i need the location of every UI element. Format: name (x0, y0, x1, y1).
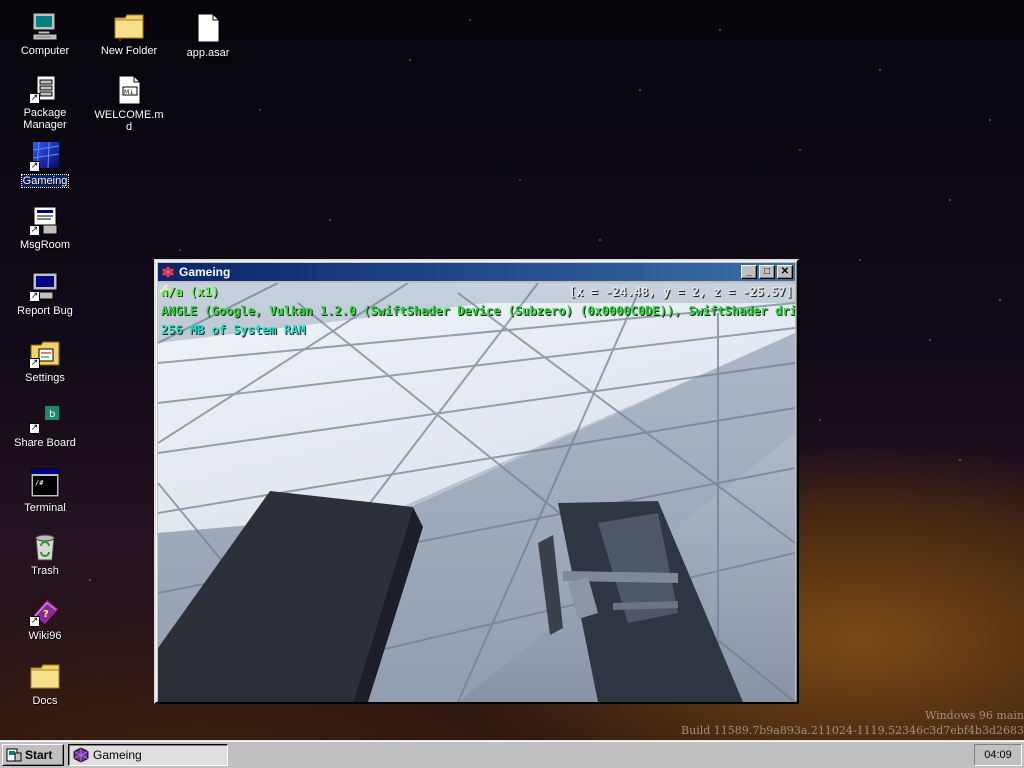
wiki96-icon: ? ↗ (29, 595, 61, 627)
window-titlebar[interactable]: Gameing _ □ ✕ (158, 263, 795, 281)
shortcut-arrow-icon: ↗ (29, 423, 40, 434)
taskbar: Start Gameing 04:09 (0, 740, 1024, 768)
desktop-icon-label: New Folder (100, 45, 158, 57)
desktop-icon-app-asar[interactable]: app.asar (172, 12, 244, 59)
gameing-app-icon (73, 747, 89, 763)
gpu-info: ANGLE (Google, Vulkan 1.2.0 (SwiftShader… (161, 304, 795, 318)
shortcut-arrow-icon: ↗ (29, 93, 40, 104)
folder-icon (29, 660, 61, 692)
share-board-icon: b ↗ (29, 402, 61, 434)
computer-icon (29, 10, 61, 42)
desktop-icon-label: Docs (32, 695, 58, 707)
gameing-window[interactable]: Gameing _ □ ✕ n/a (x1) [x = -24.48, y = … (154, 259, 799, 704)
start-button[interactable]: Start (2, 743, 64, 766)
close-icon: ✕ (780, 266, 790, 277)
desktop-icon-label: WELCOME.md (94, 109, 164, 133)
settings-icon: ↗ (29, 337, 61, 369)
trash-icon (29, 530, 61, 562)
desktop-icon-welcome-md[interactable]: M↓ WELCOME.md (93, 74, 165, 133)
minimize-button[interactable]: _ (741, 265, 757, 279)
shortcut-arrow-icon: ↗ (29, 161, 40, 172)
game-viewport[interactable]: n/a (x1) [x = -24.48, y = 2, z = -25.57]… (158, 283, 795, 702)
svg-text:?: ? (43, 609, 49, 620)
maximize-icon: □ (763, 266, 771, 277)
shortcut-arrow-icon: ↗ (29, 291, 40, 302)
desktop-icon-label: Computer (20, 45, 70, 57)
desktop-icon-label: app.asar (186, 47, 230, 59)
folder-icon (113, 10, 145, 42)
svg-text:M↓: M↓ (124, 89, 134, 96)
watermark-line-2: Build 11589.7b9a893a.211024-1119.52346c3… (681, 724, 1024, 737)
coordinates-readout: [x = -24.48, y = 2, z = -25.57] (569, 285, 793, 299)
desktop-icon-report-bug[interactable]: ↗ Report Bug (9, 270, 81, 317)
desktop-icon-computer[interactable]: Computer (9, 10, 81, 57)
start-logo-icon (6, 747, 22, 763)
desktop-icon-label: Report Bug (17, 305, 73, 317)
report-bug-icon: ↗ (29, 270, 61, 302)
desktop-icon-wiki96[interactable]: ? ↗ Wiki96 (9, 595, 81, 642)
desktop-icon-trash[interactable]: Trash (9, 530, 81, 577)
desktop-icon-label: Share Board (14, 437, 76, 449)
ram-info: 256 MB of System RAM (161, 323, 306, 337)
shortcut-arrow-icon: ↗ (29, 616, 40, 627)
build-watermark: Windows 96 main Build 11589.7b9a893a.211… (681, 708, 1024, 738)
desktop-icon-new-folder[interactable]: New Folder (93, 10, 165, 57)
desktop-icon-gameing[interactable]: ↗ Gameing (9, 140, 81, 188)
desktop-icon-docs[interactable]: Docs (9, 660, 81, 707)
desktop-icon-label: Terminal (24, 502, 66, 514)
desktop-icon-settings[interactable]: ↗ Settings (9, 337, 81, 384)
desktop-icon-msgroom[interactable]: ↗ MsgRoom (9, 204, 81, 251)
gameing-icon: ↗ (29, 140, 61, 172)
svg-text:b: b (49, 409, 55, 420)
desktop-icon-label: MsgRoom (19, 239, 71, 251)
svg-text:/#: /# (35, 479, 44, 487)
package-manager-icon: ↗ (29, 72, 61, 104)
desktop-icon-terminal[interactable]: /# Terminal (9, 467, 81, 514)
desktop-icon-share-board[interactable]: b ↗ Share Board (9, 402, 81, 449)
system-tray-clock[interactable]: 04:09 (974, 743, 1022, 766)
clock-time: 04:09 (984, 748, 1012, 761)
minimize-icon: _ (746, 266, 752, 277)
desktop-icon-label: Gameing (20, 174, 70, 188)
taskbar-item-label: Gameing (93, 747, 142, 762)
terminal-icon: /# (29, 467, 61, 499)
shortcut-arrow-icon: ↗ (29, 358, 40, 369)
start-label: Start (25, 747, 53, 762)
resize-grip-icon[interactable] (158, 283, 168, 293)
window-title: Gameing (179, 265, 231, 279)
shortcut-arrow-icon: ↗ (29, 225, 40, 236)
game-scene (158, 283, 795, 702)
taskbar-item-gameing[interactable]: Gameing (68, 743, 228, 766)
desktop-icon-label: Wiki96 (28, 630, 62, 642)
msgroom-icon: ↗ (29, 204, 61, 236)
markdown-file-icon: M↓ (113, 74, 145, 106)
close-button[interactable]: ✕ (777, 265, 793, 279)
desktop-icon-label: Settings (25, 372, 65, 384)
maximize-button[interactable]: □ (759, 265, 775, 279)
gameing-app-icon (161, 265, 175, 279)
watermark-line-1: Windows 96 main (924, 709, 1024, 722)
desktop-icon-package-manager[interactable]: ↗ Package Manager (9, 72, 81, 131)
desktop-icon-label: Trash (31, 565, 59, 577)
file-icon (192, 12, 224, 44)
desktop-icon-label: Package Manager (23, 107, 67, 131)
